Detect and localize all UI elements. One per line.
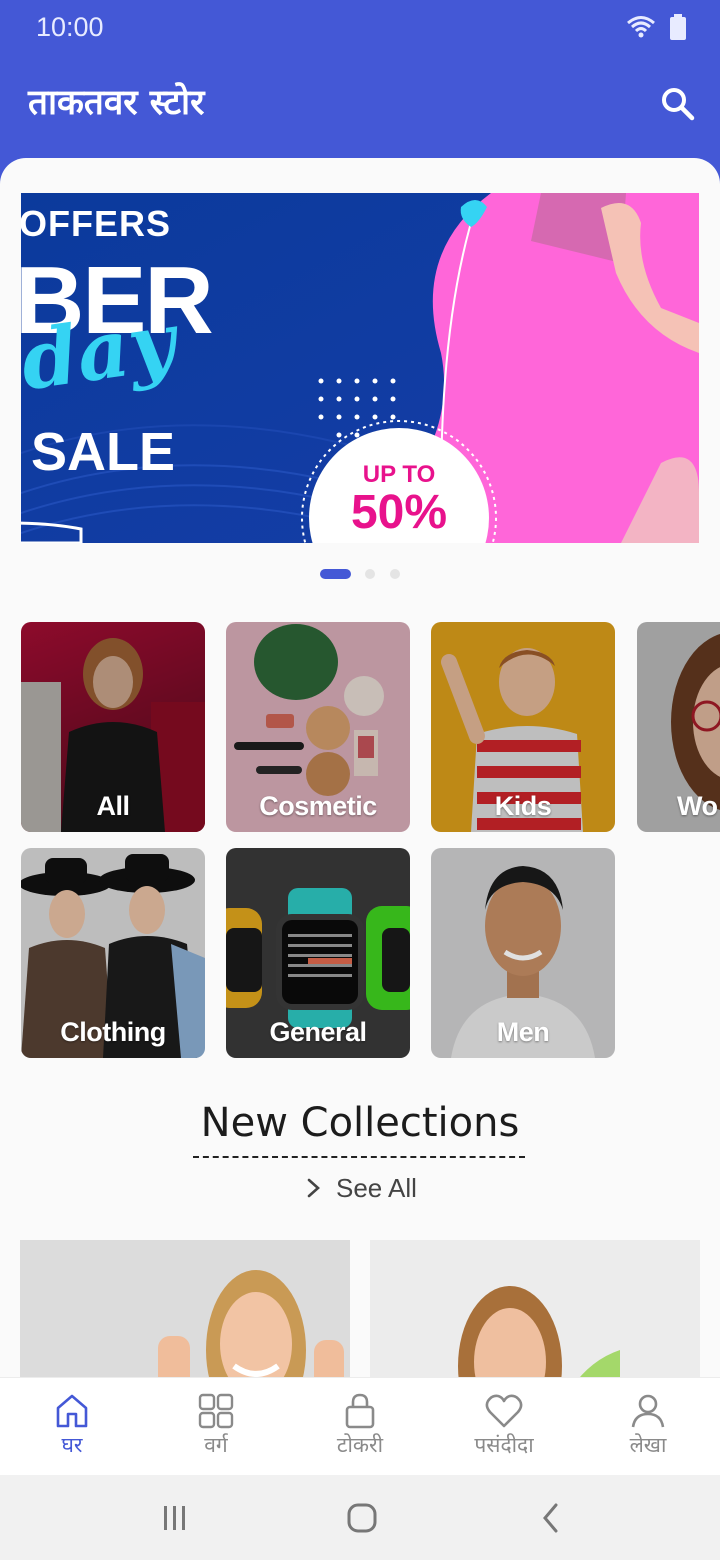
category-label: Men: [496, 1017, 550, 1047]
nav-home[interactable]: घर: [0, 1378, 144, 1476]
system-navigation-bar: [0, 1475, 720, 1560]
nav-label: घर: [61, 1433, 83, 1457]
bottom-navigation: घर वर्ग टोकरी पसंदीदा लेखा: [0, 1377, 720, 1475]
category-all[interactable]: All: [21, 622, 205, 832]
category-clothing[interactable]: Clothing: [21, 848, 205, 1058]
home-icon: [56, 1394, 88, 1428]
status-time: 10:00: [36, 12, 104, 42]
category-general[interactable]: General: [226, 848, 410, 1058]
search-icon: [662, 88, 695, 121]
product-image: [158, 1270, 344, 1388]
home-button-icon[interactable]: [346, 1502, 378, 1534]
category-label: General: [269, 1017, 367, 1047]
product-card[interactable]: [370, 1240, 700, 1388]
nav-label: टोकरी: [336, 1433, 384, 1457]
back-icon[interactable]: [540, 1502, 562, 1534]
nav-label: वर्ग: [204, 1433, 228, 1457]
recents-icon[interactable]: [160, 1503, 190, 1533]
product-image: [458, 1286, 620, 1388]
banner-script-text: day: [21, 293, 182, 409]
category-men[interactable]: Men: [431, 848, 615, 1058]
grid-icon: [198, 1393, 234, 1429]
nav-label: पसंदीदा: [474, 1433, 534, 1457]
category-kids[interactable]: Kids: [431, 622, 615, 832]
category-label: Cosmetic: [259, 791, 377, 821]
nav-favorites[interactable]: पसंदीदा: [432, 1378, 576, 1476]
heart-icon: [485, 1394, 523, 1428]
section-title-underline: [193, 1156, 525, 1158]
status-bar: 10:00: [0, 0, 720, 56]
banner-badge-value: 50%: [350, 486, 448, 539]
see-all-link[interactable]: See All: [306, 1168, 417, 1208]
category-label: All: [96, 791, 130, 821]
banner-offers-text: OFFERS: [21, 203, 172, 244]
banner-sale-text: SALE: [31, 422, 176, 482]
carousel-indicator[interactable]: [365, 569, 375, 579]
nav-label: लेखा: [629, 1433, 667, 1457]
see-all-label: See All: [336, 1172, 417, 1203]
product-card[interactable]: [20, 1240, 350, 1388]
carousel-indicator-active[interactable]: [320, 569, 351, 579]
nav-cart[interactable]: टोकरी: [288, 1378, 432, 1476]
section-title: New Collections: [200, 1100, 520, 1146]
category-label: Wo: [677, 791, 718, 821]
user-icon: [631, 1394, 665, 1428]
search-button[interactable]: [656, 82, 700, 126]
promo-banner[interactable]: OFFERS BER day SALE UP TO 50%: [21, 193, 699, 543]
bag-icon: [345, 1393, 375, 1429]
category-cosmetic[interactable]: Cosmetic: [226, 622, 410, 832]
category-label: Kids: [494, 791, 552, 821]
app-title: ताकतवर स्टोर: [28, 83, 205, 123]
category-women[interactable]: Wo: [637, 622, 720, 832]
battery-icon: [670, 14, 686, 40]
nav-categories[interactable]: वर्ग: [144, 1378, 288, 1476]
chevron-right-icon: [307, 1178, 320, 1198]
content-sheet: OFFERS BER day SALE UP TO 50% All Cosmet…: [0, 158, 720, 1388]
nav-account[interactable]: लेखा: [576, 1378, 720, 1476]
carousel-indicator[interactable]: [390, 569, 400, 579]
category-label: Clothing: [60, 1017, 166, 1047]
wifi-icon: [627, 16, 655, 38]
